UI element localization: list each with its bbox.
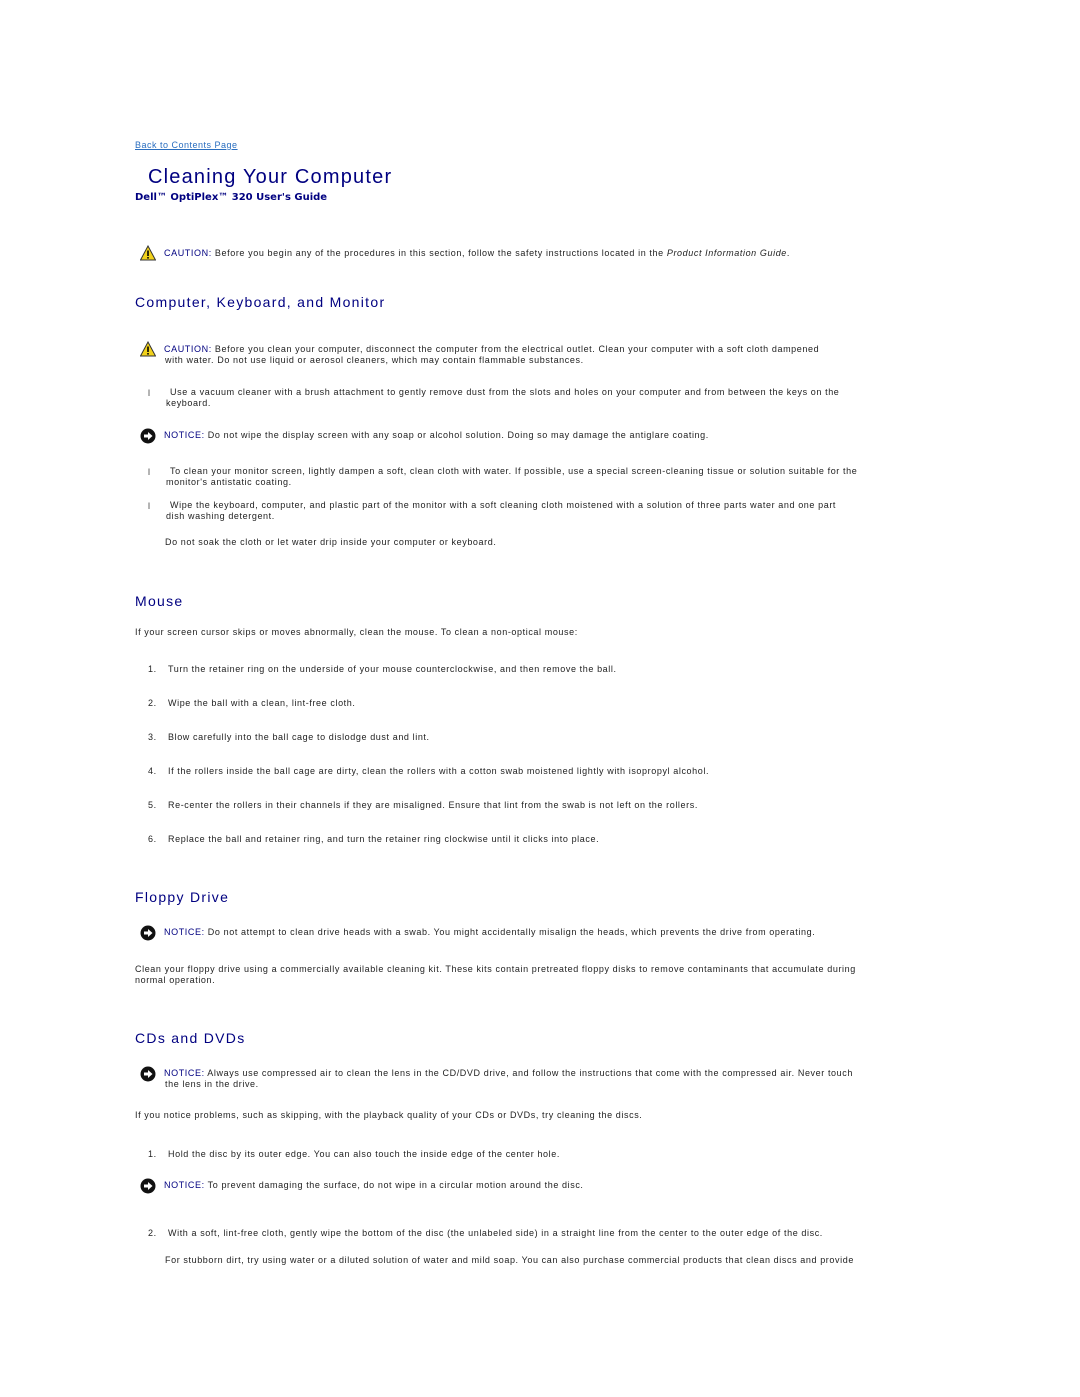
- step-number: 1.: [148, 664, 157, 674]
- caution-icon: [140, 341, 156, 357]
- cds-notice: NOTICE: Always use compressed air to cle…: [164, 1068, 853, 1079]
- product-info-guide-title: Product Information Guide: [666, 248, 787, 258]
- section-heading-cds: CDs and DVDs: [135, 1030, 246, 1046]
- notice-icon: [140, 1178, 156, 1194]
- floppy-body-continued: normal operation.: [135, 975, 216, 985]
- notice-label: NOTICE:: [164, 430, 205, 440]
- back-to-contents-link[interactable]: Back to Contents Page: [135, 140, 238, 150]
- notice-text: Do not wipe the display screen with any …: [204, 430, 709, 440]
- section-heading-mouse: Mouse: [135, 593, 184, 609]
- step-text: Turn the retainer ring on the underside …: [168, 664, 617, 674]
- notice-text-continued: the lens in the drive.: [165, 1079, 259, 1089]
- list-item: Wipe the keyboard, computer, and plastic…: [170, 500, 837, 510]
- caution-label: CAUTION:: [164, 248, 212, 258]
- computer-notice: NOTICE: Do not wipe the display screen w…: [164, 430, 709, 441]
- caution-label: CAUTION:: [164, 344, 212, 354]
- caution-text: Before you clean your computer, disconne…: [211, 344, 820, 354]
- caution-end: .: [786, 248, 791, 258]
- step-text: Hold the disc by its outer edge. You can…: [168, 1149, 560, 1159]
- step-number: 3.: [148, 732, 157, 742]
- step-text: Wipe the ball with a clean, lint-free cl…: [168, 698, 356, 708]
- caution-text: Before you begin any of the procedures i…: [211, 248, 667, 258]
- notice-label: NOTICE:: [164, 1068, 205, 1078]
- list-item-continued: monitor's antistatic coating.: [166, 477, 292, 487]
- notice-text: Always use compressed air to clean the l…: [204, 1068, 853, 1078]
- step-text: If the rollers inside the ball cage are …: [168, 766, 710, 776]
- cds-notice-2: NOTICE: To prevent damaging the surface,…: [164, 1180, 584, 1191]
- notice-text: To prevent damaging the surface, do not …: [204, 1180, 584, 1190]
- step-text: Blow carefully into the ball cage to dis…: [168, 732, 430, 742]
- caution-icon: [140, 245, 156, 261]
- notice-text: Do not attempt to clean drive heads with…: [204, 927, 816, 937]
- step-number: 2.: [148, 698, 157, 708]
- step-number: 6.: [148, 834, 157, 844]
- caution-text-continued: with water. Do not use liquid or aerosol…: [165, 355, 584, 365]
- intro-caution: CAUTION: Before you begin any of the pro…: [164, 248, 790, 259]
- mouse-intro: If your screen cursor skips or moves abn…: [135, 627, 578, 637]
- notice-label: NOTICE:: [164, 927, 205, 937]
- section-heading-floppy: Floppy Drive: [135, 889, 230, 905]
- step-text: Replace the ball and retainer ring, and …: [168, 834, 600, 844]
- computer-caution: CAUTION: Before you clean your computer,…: [164, 344, 819, 355]
- bullet-marker: l: [148, 467, 150, 477]
- list-item: Use a vacuum cleaner with a brush attach…: [170, 387, 840, 397]
- floppy-notice: NOTICE: Do not attempt to clean drive he…: [164, 927, 815, 938]
- notice-icon: [140, 428, 156, 444]
- page-title: Cleaning Your Computer: [148, 166, 393, 188]
- note-text: Do not soak the cloth or let water drip …: [165, 537, 497, 547]
- notice-icon: [140, 925, 156, 941]
- cds-intro: If you notice problems, such as skipping…: [135, 1110, 643, 1120]
- section-heading-computer: Computer, Keyboard, and Monitor: [135, 294, 386, 310]
- notice-label: NOTICE:: [164, 1180, 205, 1190]
- step-number: 2.: [148, 1228, 157, 1238]
- list-item-continued: dish washing detergent.: [166, 511, 275, 521]
- step-number: 1.: [148, 1149, 157, 1159]
- bullet-marker: l: [148, 501, 150, 511]
- step-number: 4.: [148, 766, 157, 776]
- notice-icon: [140, 1066, 156, 1082]
- guide-subtitle: Dell™ OptiPlex™ 320 User's Guide: [135, 192, 328, 203]
- step-text: Re-center the rollers in their channels …: [168, 800, 698, 810]
- step-number: 5.: [148, 800, 157, 810]
- step-note: For stubborn dirt, try using water or a …: [165, 1255, 854, 1265]
- bullet-marker: l: [148, 388, 150, 398]
- step-text: With a soft, lint-free cloth, gently wip…: [168, 1228, 823, 1238]
- list-item-continued: keyboard.: [166, 398, 211, 408]
- floppy-body: Clean your floppy drive using a commerci…: [135, 964, 856, 974]
- list-item: To clean your monitor screen, lightly da…: [170, 466, 858, 476]
